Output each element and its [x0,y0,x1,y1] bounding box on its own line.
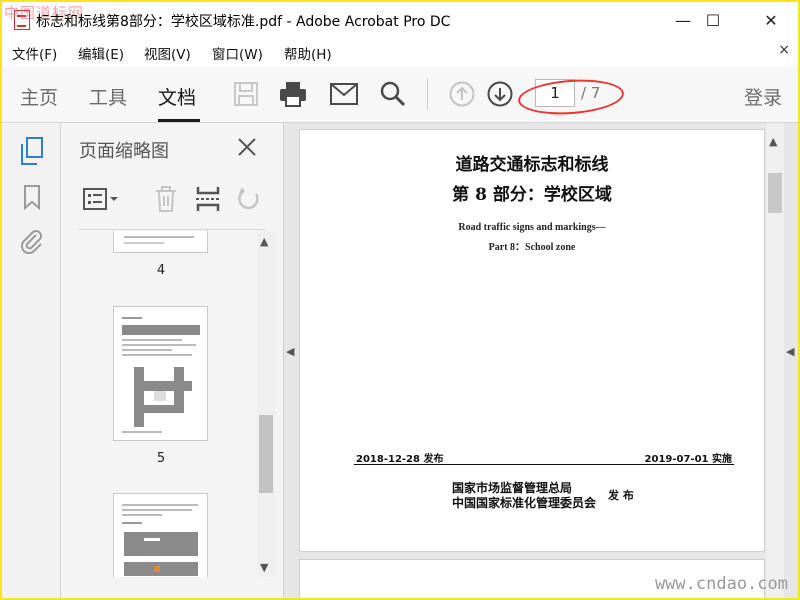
thumbnail-options-icon[interactable] [81,183,121,215]
menu-edit[interactable]: 编辑(E) [78,43,124,63]
page-thumbnails-icon[interactable] [18,137,46,165]
menu-file[interactable]: 文件(F) [12,43,57,63]
document-scrollbar[interactable]: ▲ [766,123,784,598]
issued-label: 发 布 [608,489,634,502]
document-english-title-line1: Road traffic signs and markings— [458,222,606,233]
document-title-line1: 道路交通标志和标线 [455,155,609,175]
issuing-org-2: 中国国家标准化管理委员会 [452,496,597,510]
save-icon[interactable] [232,80,260,108]
collapse-left-pane-icon[interactable]: ◀ [286,345,294,358]
implementation-date: 2019-07-01 实施 [644,454,732,465]
scroll-down-icon[interactable]: ▼ [260,561,268,574]
date-rule [354,464,734,465]
print-icon[interactable] [279,80,307,108]
collapse-right-pane-icon[interactable]: ◀ [786,345,794,358]
doc-scroll-up-icon[interactable]: ▲ [769,135,777,148]
thumbnail-page-5[interactable] [113,306,208,441]
close-button[interactable]: ✕ [748,2,794,38]
panel-title: 页面缩略图 [79,141,169,162]
thumbnail-page-4[interactable] [113,231,208,253]
pdf-page-1: 道路交通标志和标线 第 8 部分：学校区域 Road traffic signs… [299,129,765,552]
tab-tools[interactable]: 工具 [89,83,127,110]
menu-view[interactable]: 视图(V) [144,43,191,63]
watermark-bottom: www.cndao.com [654,574,788,594]
thumbnail-scroll-thumb[interactable] [259,415,273,493]
document-title-line2: 第 8 部分：学校区域 [452,185,612,205]
delete-page-icon[interactable] [151,183,181,215]
thumbnail-page-6[interactable] [113,493,208,577]
menu-bar: 文件(F) 编辑(E) 视图(V) 窗口(W) 帮助(H) × [2,38,798,66]
next-page-icon[interactable] [486,80,514,108]
previous-page-icon[interactable] [448,80,476,108]
document-english-title-line2: Part 8：School zone [488,242,576,253]
extract-page-icon[interactable] [191,183,225,215]
thumbnail-panel: 页面缩略图 4 5 ▲ ▼ [61,123,284,598]
document-scroll-thumb[interactable] [768,173,782,213]
scroll-up-icon[interactable]: ▲ [260,235,268,248]
login-button[interactable]: 登录 [744,83,782,110]
menu-help[interactable]: 帮助(H) [284,43,332,63]
maximize-button[interactable]: ☐ [690,2,736,38]
navigation-rail [2,123,61,598]
active-tab-indicator [158,119,200,122]
annotation-ellipse [516,76,626,118]
close-panel-icon[interactable] [233,133,261,161]
tab-document[interactable]: 文档 [158,83,196,110]
bookmark-icon[interactable] [18,183,46,211]
tab-home[interactable]: 主页 [20,83,58,110]
search-icon[interactable] [379,80,407,108]
attachment-icon[interactable] [18,227,46,255]
window-title: 标志和标线第8部分：学校区域标准.pdf - Adobe Acrobat Pro… [36,14,451,30]
thumbnail-label: 5 [156,451,166,466]
panel-divider [79,229,265,230]
thumbnail-label: 4 [156,263,166,278]
release-date: 2018-12-28 发布 [356,454,444,465]
document-view: ◀ 道路交通标志和标线 第 8 部分：学校区域 Road traffic sig… [284,123,798,598]
title-bar: 中国道标网 标志和标线第8部分：学校区域标准.pdf - Adobe Acrob… [2,2,798,38]
thumbnail-list: 4 5 [61,231,261,577]
toolbar: 主页 工具 文档 1 / 7 登录 [2,66,798,123]
thumbnail-scrollbar[interactable]: ▲ ▼ [257,231,275,577]
toolbar-divider [427,78,428,110]
rotate-page-icon[interactable] [233,183,265,215]
mail-icon[interactable] [330,80,358,108]
close-document-icon[interactable]: × [778,42,790,58]
app-window: 中国道标网 标志和标线第8部分：学校区域标准.pdf - Adobe Acrob… [0,0,800,600]
menu-window[interactable]: 窗口(W) [212,43,263,63]
